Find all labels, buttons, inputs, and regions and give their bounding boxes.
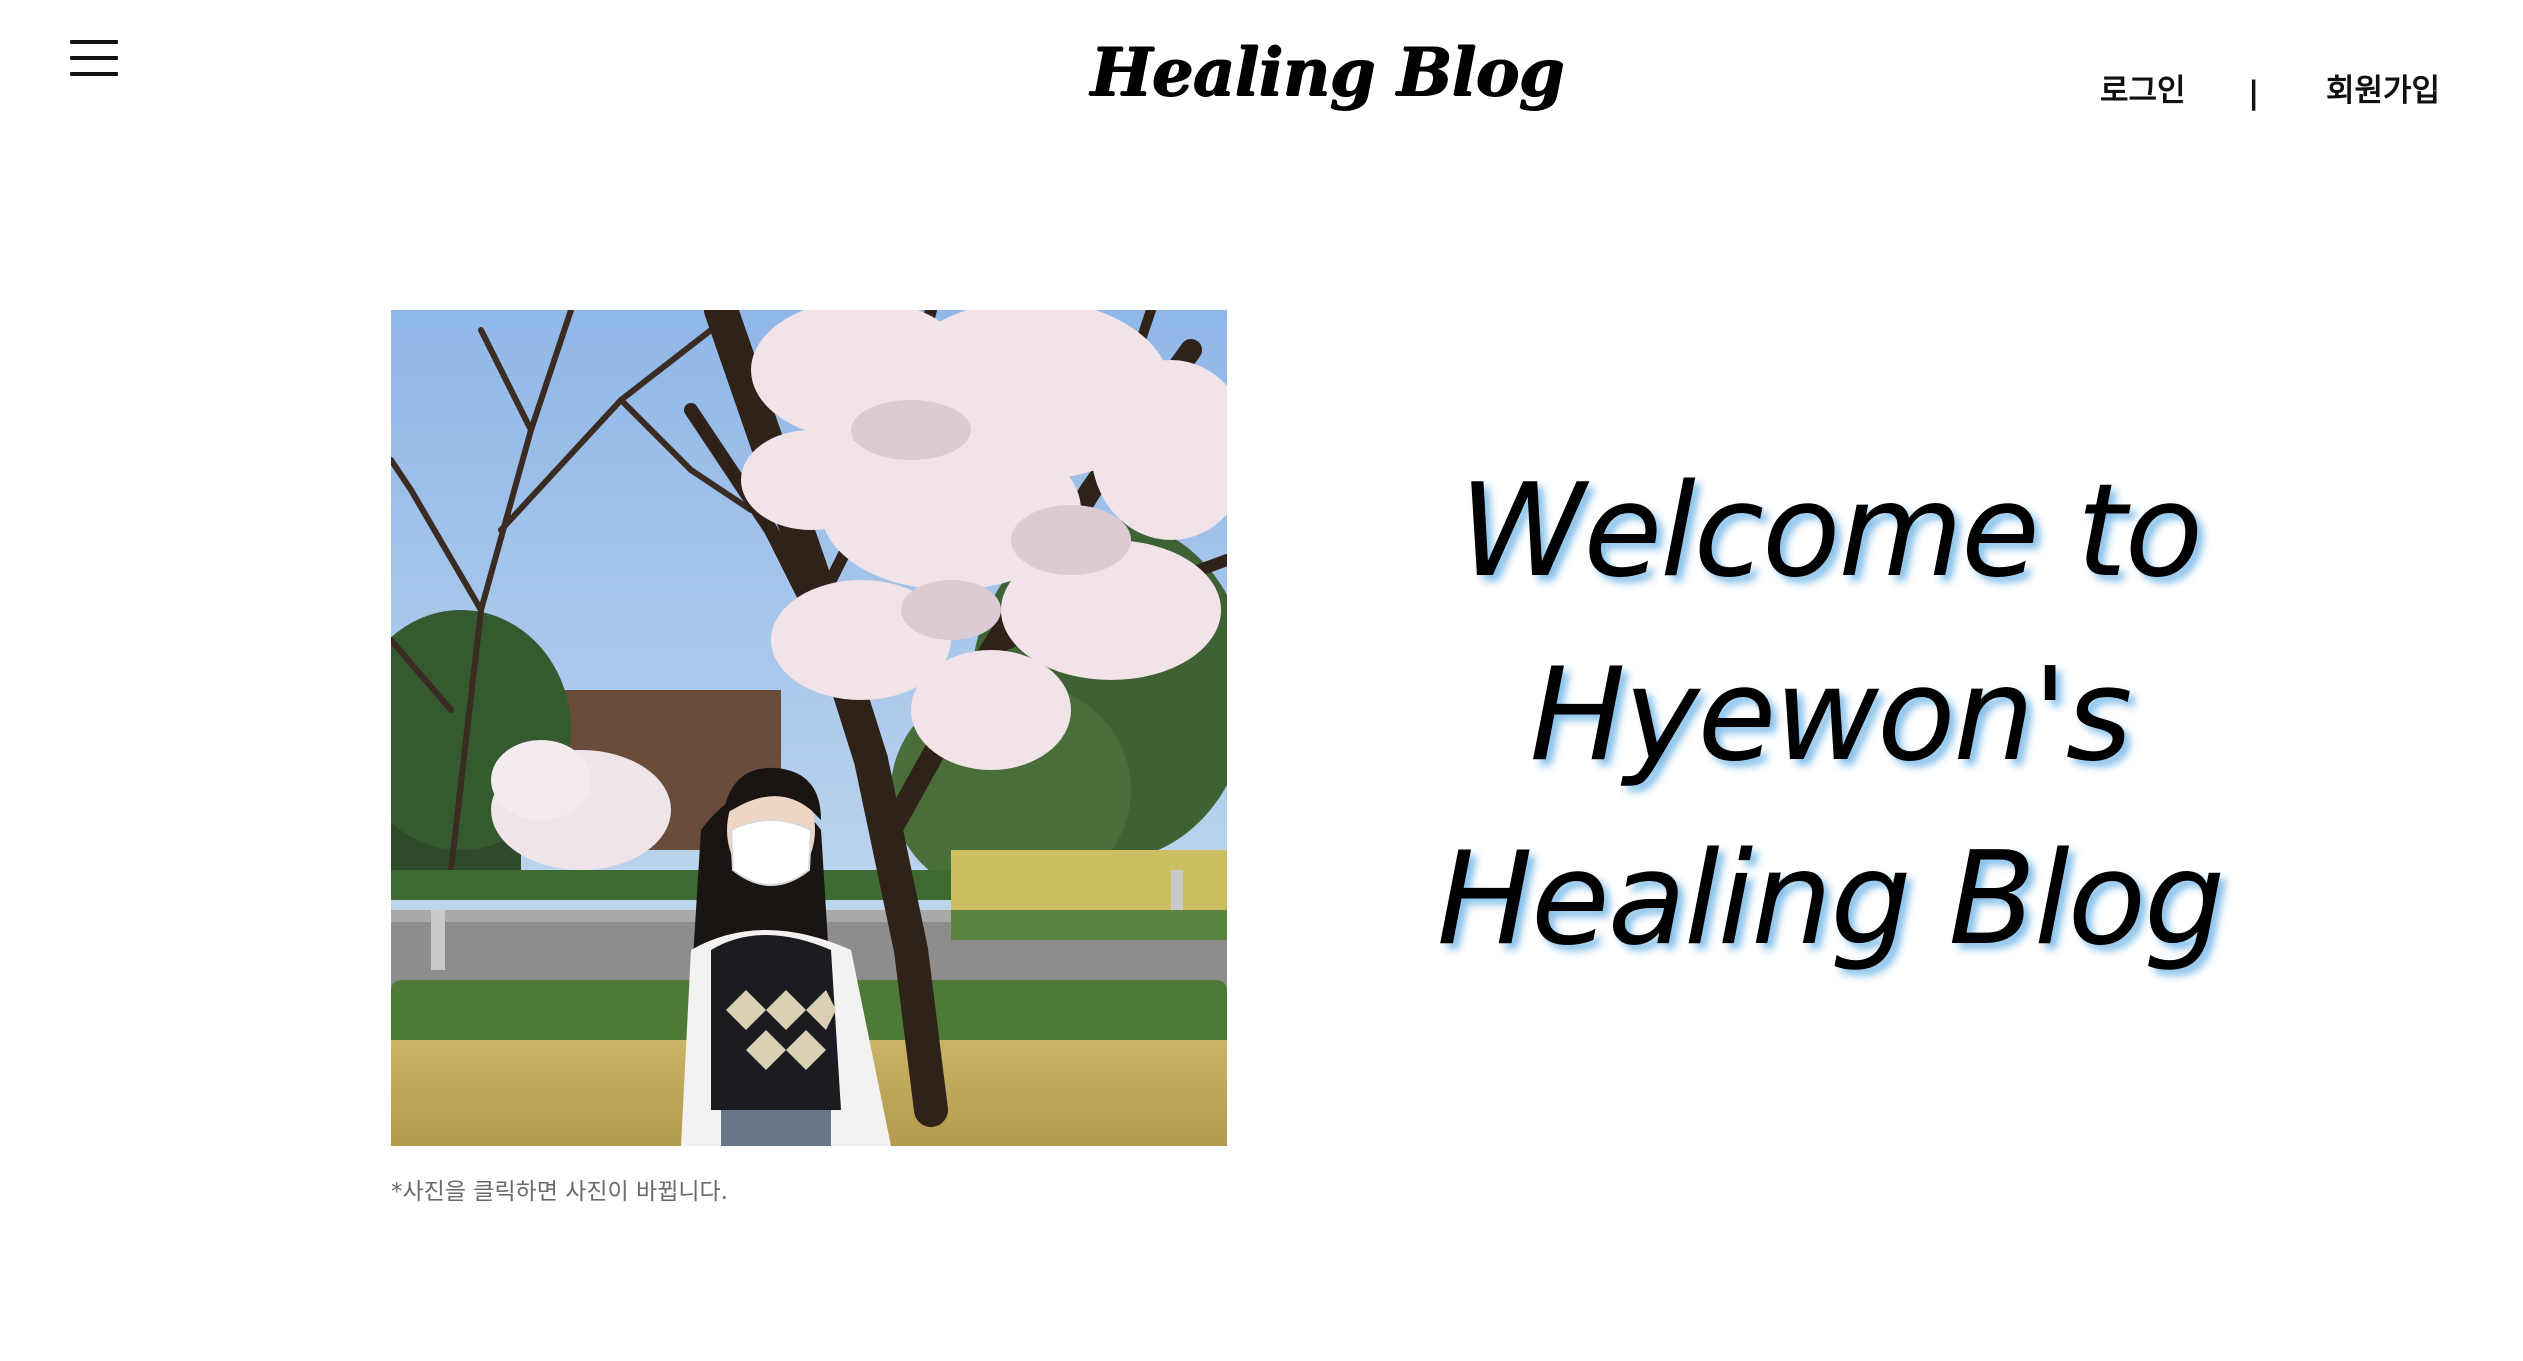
menu-line — [70, 40, 118, 44]
login-link[interactable]: 로그인 — [2100, 66, 2186, 116]
page: Healing Blog 로그인 | 회원가입 *사진을 클릭하면 사진이 바뀝… — [0, 0, 2523, 1361]
signup-link[interactable]: 회원가입 — [2326, 66, 2440, 116]
menu-line — [70, 72, 118, 76]
welcome-headline: Welcome to Hyewon's Healing Blog — [1360, 440, 2300, 992]
welcome-line-1: Welcome to — [1458, 457, 2203, 606]
hero-photo[interactable] — [391, 310, 1227, 1146]
site-logo[interactable]: Healing Blog — [1090, 22, 1564, 122]
auth-separator: | — [2248, 75, 2260, 111]
welcome-line-2: Hyewon's — [1529, 641, 2133, 790]
hamburger-menu-icon[interactable] — [70, 40, 118, 76]
auth-links: 로그인 | 회원가입 — [2080, 66, 2460, 116]
menu-line — [70, 56, 118, 60]
photo-illustration — [391, 310, 1227, 1146]
welcome-line-3: Healing Blog — [1436, 825, 2226, 974]
photo-caption: *사진을 클릭하면 사진이 바뀝니다. — [391, 1179, 728, 1205]
